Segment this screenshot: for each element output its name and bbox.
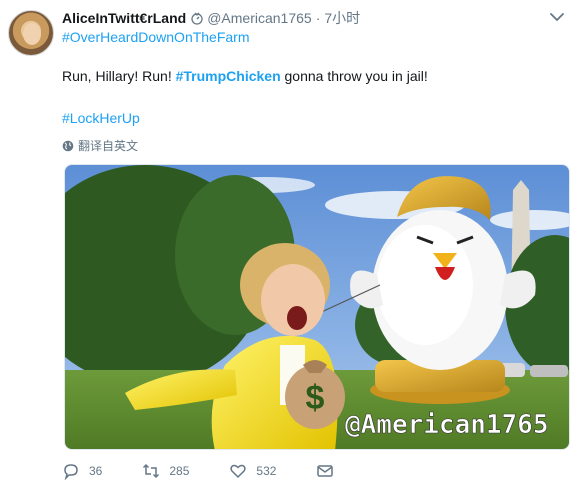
like-icon — [230, 464, 247, 479]
reply-icon — [64, 464, 78, 480]
retweet-count: 285 — [169, 464, 190, 478]
tweet-media-image[interactable]: $ @American1765 — [64, 164, 570, 450]
badge-icon — [190, 11, 204, 25]
money-bag-symbol: $ — [306, 379, 325, 417]
like-count: 532 — [256, 464, 277, 478]
author-handle[interactable]: @American1765 — [207, 10, 312, 26]
hashtag-trumpchicken[interactable]: #TrumpChicken — [176, 68, 281, 84]
tagline-hashtag[interactable]: #OverHeardDownOnTheFarm — [62, 29, 250, 45]
retweet-icon — [143, 463, 160, 479]
tweet-text-suffix: gonna throw you in jail! — [280, 68, 428, 84]
tweet-time[interactable]: 7小时 — [324, 8, 360, 28]
tweet-card: AliceInTwitt€rLand @American1765 · 7小时 #… — [0, 0, 576, 489]
like-button[interactable]: 532 — [229, 462, 276, 480]
translate-link[interactable]: 翻译自英文 — [62, 137, 138, 154]
reply-count: 36 — [89, 464, 103, 478]
avatar[interactable] — [8, 10, 54, 56]
chevron-down-icon[interactable] — [550, 12, 564, 22]
tweet-actions: 36 285 532 — [62, 460, 383, 482]
reply-button[interactable]: 36 — [62, 462, 102, 480]
globe-icon — [62, 140, 74, 151]
tweet-text: Run, Hillary! Run! #TrumpChicken gonna t… — [62, 68, 428, 84]
hashtag-lockherup[interactable]: #LockHerUp — [62, 110, 140, 126]
tweet-header: AliceInTwitt€rLand @American1765 · 7小时 — [62, 8, 360, 28]
message-button[interactable] — [316, 462, 343, 480]
translate-label: 翻译自英文 — [78, 139, 139, 153]
separator-dot: · — [315, 10, 321, 26]
retweet-button[interactable]: 285 — [142, 462, 189, 480]
tweet-text-prefix: Run, Hillary! Run! — [62, 68, 176, 84]
media-watermark: @American1765 — [345, 410, 549, 440]
author-name[interactable]: AliceInTwitt€rLand — [62, 10, 186, 26]
message-icon — [317, 465, 334, 477]
